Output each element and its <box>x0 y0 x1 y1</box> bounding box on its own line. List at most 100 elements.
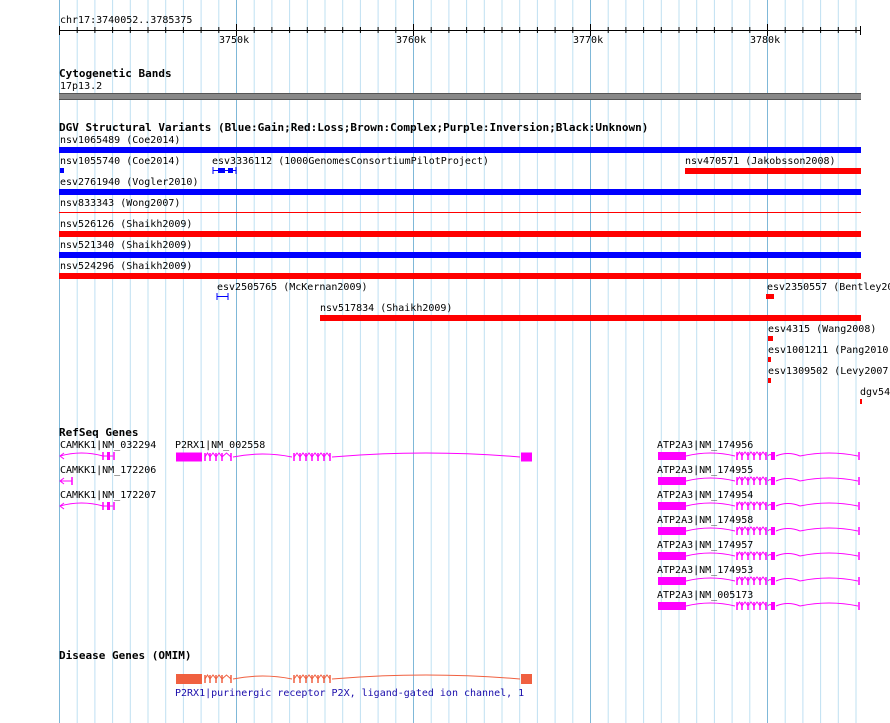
intron <box>753 576 761 582</box>
intron <box>775 528 801 532</box>
intron <box>799 502 859 507</box>
exon <box>771 552 775 560</box>
intron <box>747 451 755 457</box>
intron <box>759 576 767 582</box>
intron <box>305 452 313 458</box>
intron <box>221 674 232 680</box>
exon <box>658 502 686 510</box>
intron <box>323 674 331 680</box>
intron <box>775 578 801 582</box>
intron <box>775 553 801 557</box>
exon <box>771 527 775 535</box>
intron <box>747 551 755 557</box>
exon <box>658 452 686 460</box>
exon <box>658 602 686 610</box>
intron <box>759 501 767 507</box>
intron <box>685 452 736 457</box>
intron <box>685 552 736 557</box>
intron <box>799 577 859 582</box>
intron <box>775 503 801 507</box>
exon <box>658 552 686 560</box>
gene-model <box>59 502 115 510</box>
gene-model <box>658 501 860 510</box>
intron <box>759 476 767 482</box>
intron <box>741 501 749 507</box>
intron <box>331 674 521 680</box>
intron <box>59 502 104 507</box>
intron <box>299 452 307 458</box>
intron <box>753 601 761 607</box>
exon <box>771 452 775 460</box>
intron <box>759 526 767 532</box>
intron <box>293 674 301 680</box>
gene-model <box>658 476 860 485</box>
gene-models[interactable] <box>0 0 890 723</box>
intron <box>311 674 319 680</box>
omim-track-title: Disease Genes (OMIM) <box>59 649 192 662</box>
exon <box>771 577 775 585</box>
exon <box>176 452 202 462</box>
intron <box>799 527 859 532</box>
intron <box>305 674 313 680</box>
intron <box>753 526 761 532</box>
strand-arrow <box>59 502 65 510</box>
gene-model <box>658 526 860 535</box>
gene-model <box>176 452 532 462</box>
intron <box>209 674 217 680</box>
intron <box>775 478 801 482</box>
intron <box>799 477 859 482</box>
intron <box>293 452 301 458</box>
intron <box>759 551 767 557</box>
intron <box>209 452 217 458</box>
intron <box>799 552 859 557</box>
intron <box>741 576 749 582</box>
intron <box>753 551 761 557</box>
exon <box>521 674 532 684</box>
intron <box>685 577 736 582</box>
intron <box>317 674 325 680</box>
exon <box>658 477 686 485</box>
intron <box>323 452 331 458</box>
intron <box>215 674 223 680</box>
intron <box>232 675 293 680</box>
gene-model <box>176 674 532 684</box>
exon <box>771 477 775 485</box>
exon <box>176 674 202 684</box>
intron <box>299 674 307 680</box>
gene-model <box>658 601 860 610</box>
intron <box>741 551 749 557</box>
exon <box>771 602 775 610</box>
intron <box>753 451 761 457</box>
intron <box>747 601 755 607</box>
intron <box>799 602 859 607</box>
intron <box>753 476 761 482</box>
intron <box>685 527 736 532</box>
gene-model <box>658 576 860 585</box>
intron <box>753 501 761 507</box>
exon <box>658 527 686 535</box>
intron <box>215 452 223 458</box>
intron <box>775 603 801 607</box>
intron <box>759 451 767 457</box>
intron <box>741 601 749 607</box>
intron <box>317 452 325 458</box>
intron <box>747 576 755 582</box>
gene-model <box>59 452 115 460</box>
gene-model <box>658 551 860 560</box>
gene-model <box>658 451 860 460</box>
intron <box>775 453 801 457</box>
exon <box>771 502 775 510</box>
intron <box>59 452 104 457</box>
intron <box>232 453 293 458</box>
intron <box>741 476 749 482</box>
strand-arrow <box>59 452 65 460</box>
intron <box>331 452 521 458</box>
gene-model <box>59 477 73 485</box>
omim-gene-label[interactable]: P2RX1|purinergic receptor P2X, ligand-ga… <box>175 688 524 699</box>
intron <box>741 526 749 532</box>
intron <box>741 451 749 457</box>
intron <box>685 602 736 607</box>
exon <box>521 452 532 462</box>
intron <box>221 452 232 458</box>
intron <box>747 476 755 482</box>
